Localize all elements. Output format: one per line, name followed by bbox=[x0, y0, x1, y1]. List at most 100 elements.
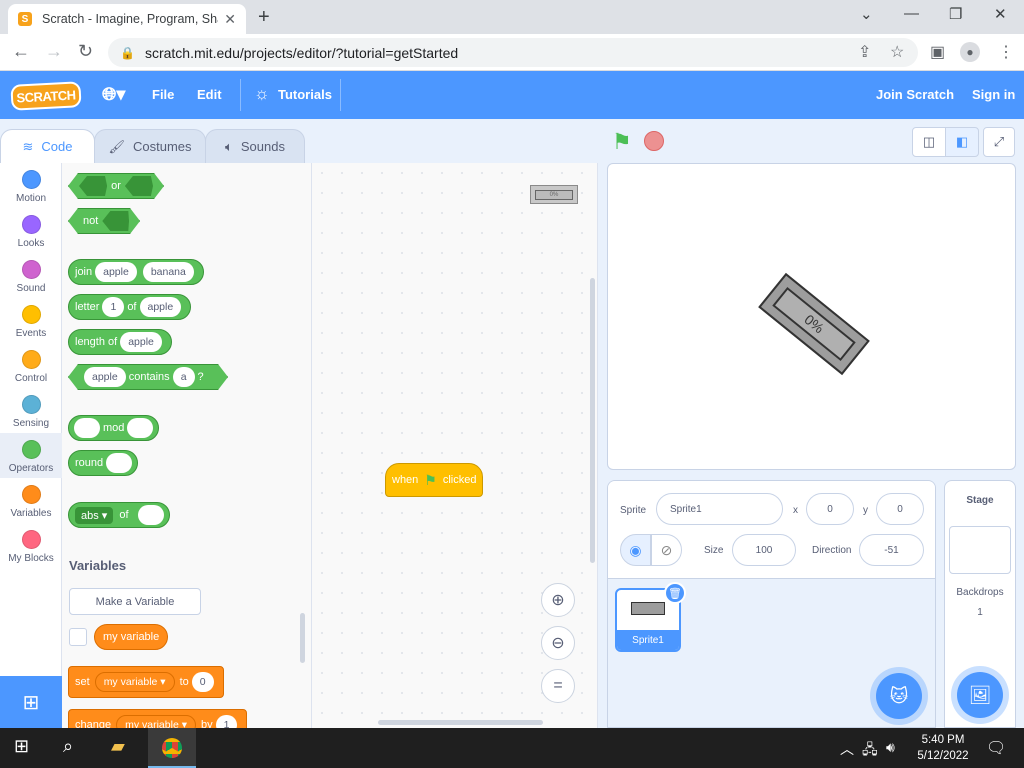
size-input[interactable]: 100 bbox=[732, 534, 796, 566]
abs-dropdown[interactable]: abs ▾ bbox=[75, 506, 114, 524]
abs-of-block[interactable]: abs ▾ of bbox=[68, 502, 170, 528]
stage-canvas[interactable]: %0 bbox=[607, 163, 1016, 470]
when-flag-clicked-block[interactable]: when ⚑ clicked bbox=[385, 463, 483, 497]
length-of-block[interactable]: length of apple bbox=[68, 329, 172, 355]
contains-input-b[interactable]: a bbox=[173, 367, 195, 387]
add-extension-button[interactable]: ⊞ bbox=[0, 676, 62, 728]
minimize-icon[interactable]: — bbox=[904, 5, 919, 22]
scripts-vertical-scrollbar[interactable] bbox=[590, 278, 595, 563]
join-input-a[interactable]: apple bbox=[95, 262, 137, 282]
category-sensing[interactable]: Sensing bbox=[0, 388, 62, 433]
or-block[interactable]: or bbox=[68, 173, 164, 199]
scripts-area[interactable]: 0% when ⚑ clicked ⊕ ⊖ = bbox=[312, 163, 598, 728]
scratch-logo[interactable]: SCRATCH bbox=[10, 81, 82, 111]
choose-sprite-button[interactable]: 🐱︎ bbox=[876, 673, 922, 719]
menu-kebab-icon[interactable]: ⋮ bbox=[998, 42, 1014, 62]
notifications-icon[interactable]: 🗨︎ bbox=[986, 738, 1006, 758]
length-word-input[interactable]: apple bbox=[120, 332, 162, 352]
category-variables[interactable]: Variables bbox=[0, 478, 62, 523]
change-variable-block[interactable]: change my variable ▾ by 1 bbox=[68, 709, 248, 728]
category-motion[interactable]: Motion bbox=[0, 163, 62, 208]
palette-scrollbar[interactable] bbox=[300, 613, 305, 663]
set-value-input[interactable]: 0 bbox=[191, 672, 214, 692]
volume-icon[interactable]: 🔊︎ bbox=[886, 739, 895, 756]
change-value-input[interactable]: 1 bbox=[215, 715, 238, 728]
network-icon[interactable]: 🖧︎ bbox=[862, 739, 878, 763]
my-variable-block[interactable]: my variable bbox=[94, 624, 169, 650]
join-input-b[interactable]: banana bbox=[142, 262, 194, 282]
set-variable-dropdown[interactable]: my variable ▾ bbox=[94, 672, 175, 692]
y-input[interactable]: 0 bbox=[876, 493, 924, 525]
sprite-name-input[interactable]: Sprite1 bbox=[656, 493, 783, 525]
mod-input-a[interactable] bbox=[74, 418, 100, 438]
file-explorer-icon[interactable]: ▰ bbox=[111, 736, 125, 757]
back-icon[interactable]: ← bbox=[12, 41, 30, 62]
fullscreen-button[interactable]: ⤢ bbox=[983, 127, 1015, 157]
clock[interactable]: 5:40 PM 5/12/2022 bbox=[912, 732, 974, 764]
zoom-out-button[interactable]: ⊖ bbox=[541, 626, 575, 660]
mod-input-b[interactable] bbox=[127, 418, 154, 438]
reload-icon[interactable]: ↻ bbox=[78, 41, 93, 62]
share-icon[interactable]: ⇪ bbox=[858, 42, 871, 62]
letter-of-block[interactable]: letter 1 of apple bbox=[68, 294, 192, 320]
not-block[interactable]: not bbox=[68, 208, 140, 234]
show-hidden-icons-icon[interactable]: ︿ bbox=[840, 739, 854, 759]
x-input[interactable]: 0 bbox=[806, 493, 854, 525]
browser-tab[interactable]: S Scratch - Imagine, Program, Sha ✕ bbox=[8, 4, 246, 34]
abs-input[interactable] bbox=[137, 505, 164, 525]
new-tab-icon[interactable]: + bbox=[258, 6, 270, 29]
category-looks[interactable]: Looks bbox=[0, 208, 62, 253]
address-bar[interactable]: 🔒 scratch.mit.edu/projects/editor/?tutor… bbox=[108, 38, 918, 67]
forward-icon[interactable]: → bbox=[45, 41, 63, 62]
show-sprite-button[interactable]: ◉ bbox=[620, 534, 651, 566]
contains-block[interactable]: apple contains a ? bbox=[68, 364, 228, 390]
join-scratch-link[interactable]: Join Scratch bbox=[876, 87, 954, 102]
windows-start-icon[interactable]: ⊞ bbox=[14, 736, 29, 757]
bookmark-star-icon[interactable]: ☆ bbox=[890, 42, 904, 62]
small-stage-button[interactable]: ◫ bbox=[912, 127, 946, 157]
category-sound[interactable]: Sound bbox=[0, 253, 62, 298]
letter-index-input[interactable]: 1 bbox=[102, 297, 125, 317]
side-panel-icon[interactable]: ▣ bbox=[930, 42, 945, 62]
zoom-reset-button[interactable]: = bbox=[541, 669, 575, 703]
join-block[interactable]: join apple banana bbox=[68, 259, 204, 285]
scripts-horizontal-scrollbar[interactable] bbox=[378, 720, 543, 725]
tab-costumes[interactable]: 🖌︎ Costumes bbox=[94, 129, 206, 163]
file-menu[interactable]: File bbox=[152, 87, 174, 102]
category-operators[interactable]: Operators bbox=[0, 433, 62, 478]
delete-sprite-button[interactable]: 🗑︎ bbox=[664, 582, 686, 604]
stop-button[interactable] bbox=[644, 131, 664, 151]
category-events[interactable]: Events bbox=[0, 298, 62, 343]
sprite-on-stage[interactable]: %0 bbox=[758, 272, 870, 376]
sign-in-link[interactable]: Sign in bbox=[972, 87, 1015, 102]
make-variable-button[interactable]: Make a Variable bbox=[69, 588, 201, 615]
zoom-in-button[interactable]: ⊕ bbox=[541, 583, 575, 617]
mod-block[interactable]: mod bbox=[68, 415, 160, 441]
chrome-taskbar-button[interactable] bbox=[148, 728, 196, 768]
tab-sounds[interactable]: 🔈︎ Sounds bbox=[205, 129, 305, 163]
profile-avatar-icon[interactable]: ● bbox=[960, 42, 980, 62]
contains-input-a[interactable]: apple bbox=[84, 367, 126, 387]
search-icon[interactable]: ⌕ bbox=[63, 736, 73, 757]
variable-checkbox[interactable] bbox=[69, 628, 87, 646]
edit-menu[interactable]: Edit bbox=[197, 87, 222, 102]
close-tab-icon[interactable]: ✕ bbox=[224, 11, 236, 28]
change-variable-dropdown[interactable]: my variable ▾ bbox=[116, 715, 196, 728]
letter-word-input[interactable]: apple bbox=[139, 297, 182, 317]
language-globe-icon[interactable]: 🌐︎▾ bbox=[102, 84, 125, 105]
choose-backdrop-button[interactable]: 🖼︎ bbox=[957, 672, 1003, 718]
tutorials-menu[interactable]: Tutorials bbox=[278, 87, 332, 102]
green-flag-button[interactable]: ⚑ bbox=[612, 129, 632, 155]
category-my-blocks[interactable]: My Blocks bbox=[0, 523, 62, 568]
tab-search-icon[interactable]: ⌄ bbox=[860, 5, 873, 23]
set-variable-block[interactable]: set my variable ▾ to 0 bbox=[68, 666, 224, 698]
tab-code[interactable]: ≋ Code bbox=[0, 129, 95, 163]
hide-sprite-button[interactable]: ⊘ bbox=[651, 534, 682, 566]
large-stage-button[interactable]: ◧ bbox=[945, 127, 979, 157]
direction-input[interactable]: -51 bbox=[859, 534, 924, 566]
round-block[interactable]: round bbox=[68, 450, 139, 476]
restore-icon[interactable]: ❐ bbox=[949, 5, 962, 23]
backdrop-thumbnail[interactable] bbox=[949, 526, 1011, 574]
close-window-icon[interactable]: ✕ bbox=[994, 5, 1007, 23]
category-control[interactable]: Control bbox=[0, 343, 62, 388]
